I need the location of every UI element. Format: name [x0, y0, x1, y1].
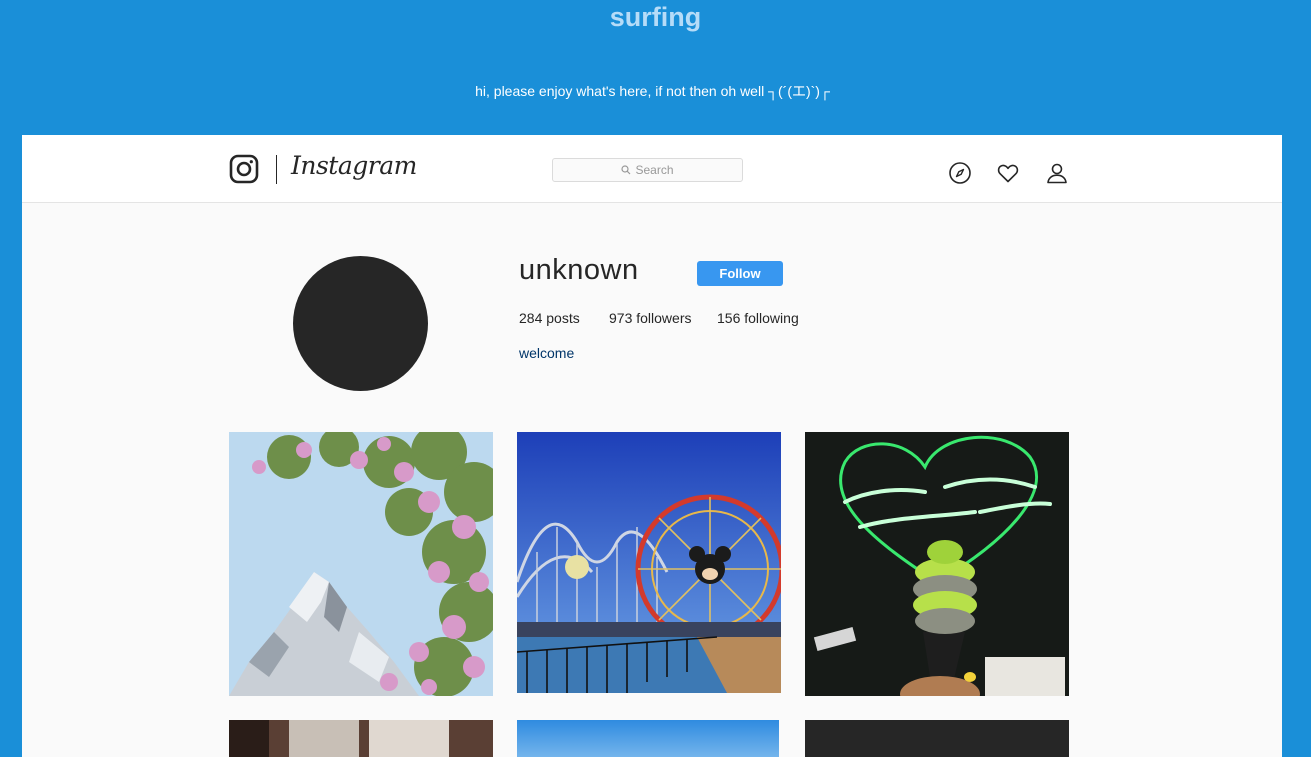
- heart-icon[interactable]: [996, 161, 1020, 185]
- amusement-park-photo: [517, 432, 781, 693]
- page-title: surfing: [609, 2, 702, 32]
- instagram-embed: Instagram Search unknown Follow 284 post…: [22, 135, 1282, 757]
- posts-grid: [229, 432, 1069, 757]
- instagram-navbar: Instagram Search: [22, 135, 1282, 203]
- instagram-logo-icon[interactable]: [229, 154, 259, 184]
- sky-photo: [517, 720, 779, 757]
- search-icon: [621, 165, 631, 175]
- post-thumbnail[interactable]: [517, 432, 781, 693]
- avatar[interactable]: [293, 256, 428, 391]
- page-tagline: hi, please enjoy what's here, if not the…: [475, 83, 830, 99]
- post-thumbnail[interactable]: [805, 720, 1069, 757]
- interior-photo: [229, 720, 493, 757]
- mountain-photo: [229, 432, 493, 696]
- followers-count[interactable]: 973 followers: [609, 310, 692, 326]
- logo-divider: [276, 155, 277, 184]
- instagram-wordmark[interactable]: Instagram: [291, 151, 417, 180]
- search-placeholder: Search: [635, 163, 674, 177]
- following-count[interactable]: 156 following: [717, 310, 799, 326]
- profile-username: unknown: [519, 254, 639, 286]
- compass-icon[interactable]: [948, 161, 972, 185]
- user-icon[interactable]: [1045, 161, 1069, 185]
- post-thumbnail[interactable]: [229, 720, 493, 757]
- search-input[interactable]: Search: [552, 158, 743, 182]
- profile-header: unknown Follow 284 posts 973 followers 1…: [22, 202, 1282, 432]
- post-thumbnail[interactable]: [517, 720, 779, 757]
- follow-button[interactable]: Follow: [697, 261, 783, 286]
- matcha-neon-photo: [805, 432, 1069, 696]
- post-thumbnail[interactable]: [805, 432, 1069, 696]
- posts-count: 284 posts: [519, 310, 580, 326]
- profile-bio: welcome: [519, 345, 575, 361]
- post-thumbnail[interactable]: [229, 432, 493, 696]
